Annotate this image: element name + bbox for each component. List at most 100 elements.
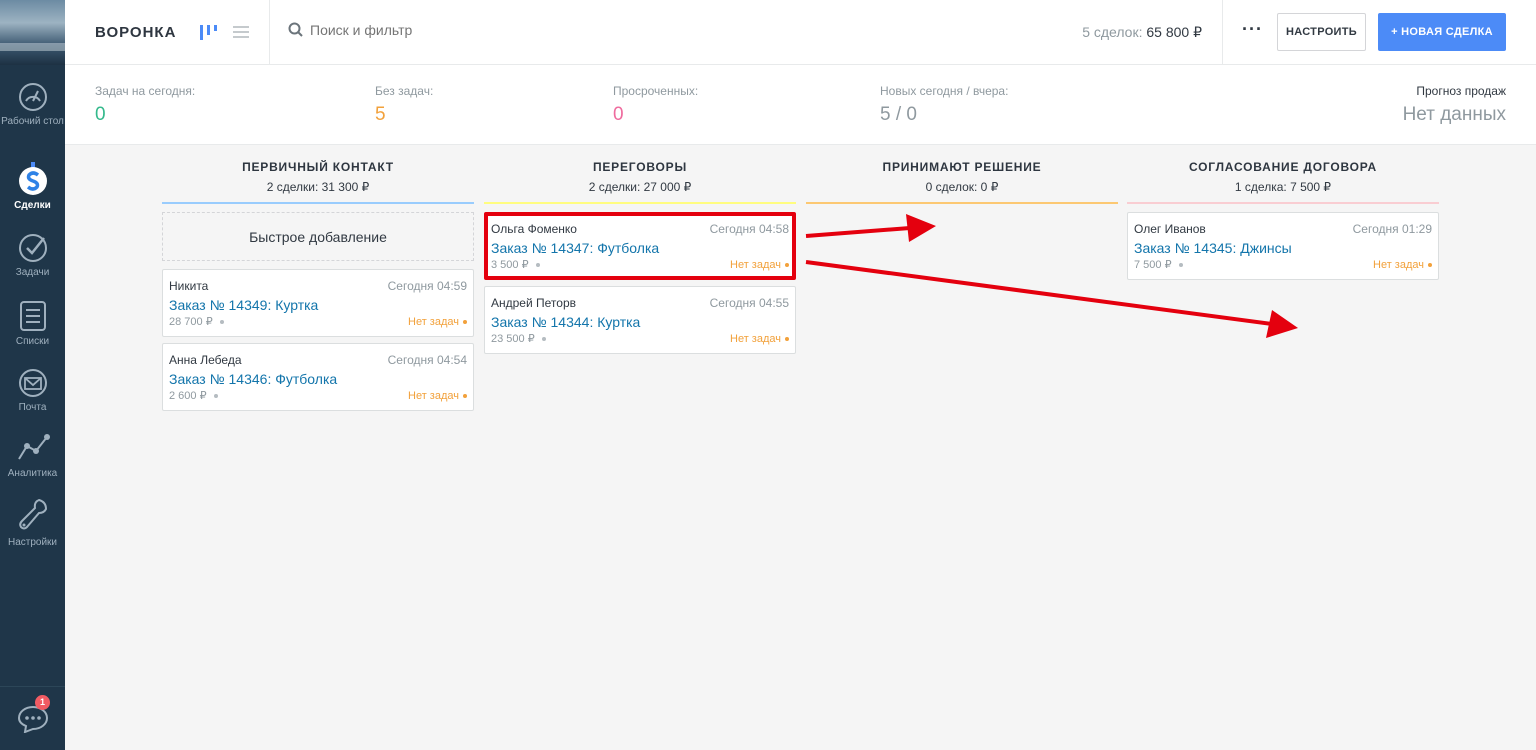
settings-icon — [18, 498, 47, 530]
card-date: Сегодня 04:58 — [709, 222, 789, 236]
card-task-status[interactable]: Нет задач — [408, 316, 467, 328]
stat-label: Просроченных: — [613, 84, 699, 98]
new-deal-button[interactable]: + НОВАЯ СДЕЛКА — [1378, 13, 1506, 51]
search-input[interactable] — [310, 22, 610, 38]
stat-value: 5 — [375, 104, 386, 125]
card-deal-name[interactable]: Заказ № 14346: Футболка — [169, 371, 467, 387]
card-task-status[interactable]: Нет задач — [730, 259, 789, 271]
divider — [269, 0, 270, 65]
summary-label: 5 сделок: — [1082, 24, 1143, 40]
dashboard-icon — [18, 83, 47, 111]
deals-icon — [18, 162, 47, 195]
deal-card[interactable]: Ольга Фоменко Сегодня 04:58 Заказ № 14347:… — [484, 212, 796, 280]
column-summary: 2 сделки: 31 300 ₽ — [266, 180, 370, 194]
sidebar-item-settings[interactable]: Настройки — [0, 497, 65, 549]
stat-value: 0 — [613, 104, 624, 125]
sidebar-item-label: Задачи — [15, 267, 50, 278]
card-deal-name[interactable]: Заказ № 14347: Футболка — [491, 240, 789, 256]
deal-card[interactable]: Андрей Петорв Сегодня 04:55 Заказ № 14344:… — [484, 286, 796, 354]
list-view-icon[interactable] — [233, 24, 249, 40]
divider — [1222, 0, 1223, 65]
card-date: Сегодня 04:54 — [387, 353, 467, 367]
sidebar-item-label: Аналитика — [7, 468, 58, 479]
sidebar-item-dashboard[interactable]: Рабочий стол — [0, 82, 65, 128]
column-summary: 1 сделка: 7 500 ₽ — [1234, 180, 1332, 194]
mail-icon — [18, 369, 47, 397]
sidebar-item-label: Сделки — [14, 200, 51, 211]
sidebar-item-mail[interactable]: Почта — [0, 368, 65, 414]
forecast-value: Нет данных — [1402, 104, 1506, 125]
card-price: 28 700 ₽ — [169, 315, 224, 328]
pipeline-column: ПЕРЕГОВОРЫ 2 сделки: 27 000 ₽ Ольга Фоме… — [484, 145, 796, 354]
stat-overdue[interactable]: Просроченных: 0 — [613, 84, 698, 126]
column-header: СОГЛАСОВАНИЕ ДОГОВОРА 1 сделка: 7 500 ₽ — [1127, 145, 1439, 204]
account-avatar[interactable] — [0, 0, 65, 65]
card-price: 23 500 ₽ — [491, 332, 546, 345]
chat-button[interactable]: 1 — [0, 686, 65, 750]
tasks-icon — [18, 234, 47, 262]
column-summary: 0 сделок: 0 ₽ — [925, 180, 999, 194]
forecast-label: Прогноз продаж — [1416, 84, 1506, 98]
card-price: 3 500 ₽ — [491, 258, 540, 271]
card-list: Никита Сегодня 04:59 Заказ № 14349: Куртка… — [162, 269, 474, 411]
card-list: Олег Иванов Сегодня 01:29 Заказ № 14345: Д… — [1127, 212, 1439, 280]
card-price: 2 600 ₽ — [169, 389, 218, 402]
search-bar[interactable] — [288, 22, 610, 38]
deal-card[interactable]: Никита Сегодня 04:59 Заказ № 14349: Куртка… — [162, 269, 474, 337]
sidebar: Рабочий стол Сделки Задачи Списки Почта … — [0, 0, 65, 750]
chat-badge: 1 — [35, 695, 50, 710]
sidebar-item-lists[interactable]: Списки — [0, 300, 65, 348]
stat-label: Без задач: — [375, 84, 434, 98]
column-title: ПЕРЕГОВОРЫ — [592, 160, 688, 174]
stat-value: 0 — [95, 104, 106, 125]
pipeline-column: ПЕРВИЧНЫЙ КОНТАКТ 2 сделки: 31 300 ₽ Быс… — [162, 145, 474, 411]
deals-summary: 5 сделок: 65 800 ₽ — [1082, 24, 1202, 41]
pipeline-column: ПРИНИМАЮТ РЕШЕНИЕ 0 сделок: 0 ₽ — [806, 145, 1118, 204]
analytics-icon — [17, 434, 50, 460]
column-header: ПЕРВИЧНЫЙ КОНТАКТ 2 сделки: 31 300 ₽ — [162, 145, 474, 204]
card-list: Ольга Фоменко Сегодня 04:58 Заказ № 14347:… — [484, 212, 796, 354]
column-summary: 2 сделки: 27 000 ₽ — [588, 180, 692, 194]
sidebar-item-tasks[interactable]: Задачи — [0, 233, 65, 279]
more-options-button[interactable]: ··· — [1242, 20, 1263, 38]
column-header: ПРИНИМАЮТ РЕШЕНИЕ 0 сделок: 0 ₽ — [806, 145, 1118, 204]
card-deal-name[interactable]: Заказ № 14345: Джинсы — [1134, 240, 1432, 256]
card-date: Сегодня 04:59 — [387, 279, 467, 293]
card-date: Сегодня 01:29 — [1352, 222, 1432, 236]
annotation-arrow — [805, 226, 911, 238]
pipeline-column: СОГЛАСОВАНИЕ ДОГОВОРА 1 сделка: 7 500 ₽ … — [1127, 145, 1439, 280]
column-title: ПРИНИМАЮТ РЕШЕНИЕ — [882, 160, 1042, 174]
configure-button[interactable]: НАСТРОИТЬ — [1277, 13, 1366, 51]
stat-new-deals[interactable]: Новых сегодня / вчера: 5 / 0 — [880, 84, 1008, 126]
column-header: ПЕРЕГОВОРЫ 2 сделки: 27 000 ₽ — [484, 145, 796, 204]
sidebar-item-label: Списки — [15, 336, 50, 347]
summary-value: 65 800 ₽ — [1146, 24, 1202, 40]
search-icon — [288, 22, 303, 37]
sales-forecast: Прогноз продаж Нет данных — [1403, 84, 1506, 126]
stat-label: Новых сегодня / вчера: — [880, 84, 1009, 98]
card-deal-name[interactable]: Заказ № 14344: Куртка — [491, 314, 789, 330]
sidebar-item-label: Настройки — [7, 537, 58, 548]
column-title: ПЕРВИЧНЫЙ КОНТАКТ — [242, 160, 394, 174]
column-title: СОГЛАСОВАНИЕ ДОГОВОРА — [1188, 160, 1378, 174]
sidebar-item-deals[interactable]: Сделки — [0, 162, 65, 212]
quick-add-button[interactable]: Быстрое добавление — [162, 212, 474, 261]
annotation-arrowhead — [1266, 310, 1298, 338]
deal-card[interactable]: Анна Лебеда Сегодня 04:54 Заказ № 14346: Ф… — [162, 343, 474, 411]
stats-bar: Задач на сегодня: 0 Без задач: 5 Просроч… — [65, 65, 1536, 145]
card-deal-name[interactable]: Заказ № 14349: Куртка — [169, 297, 467, 313]
stat-today-tasks[interactable]: Задач на сегодня: 0 — [95, 84, 195, 126]
card-task-status[interactable]: Нет задач — [1373, 259, 1432, 271]
stat-label: Задач на сегодня: — [95, 84, 196, 98]
card-task-status[interactable]: Нет задач — [730, 333, 789, 345]
card-date: Сегодня 04:55 — [709, 296, 789, 310]
stat-value: 5 / 0 — [880, 104, 917, 125]
pipeline-view-icon[interactable] — [199, 22, 217, 42]
sidebar-item-analytics[interactable]: Аналитика — [0, 432, 65, 480]
card-task-status[interactable]: Нет задач — [408, 390, 467, 402]
stat-no-tasks[interactable]: Без задач: 5 — [375, 84, 433, 126]
sidebar-item-label: Рабочий стол — [1, 116, 64, 127]
card-price: 7 500 ₽ — [1134, 258, 1183, 271]
deal-card[interactable]: Олег Иванов Сегодня 01:29 Заказ № 14345: Д… — [1127, 212, 1439, 280]
top-bar: ВОРОНКА 5 сделок: 65 800 ₽ ··· НАСТРОИТЬ… — [65, 0, 1536, 65]
